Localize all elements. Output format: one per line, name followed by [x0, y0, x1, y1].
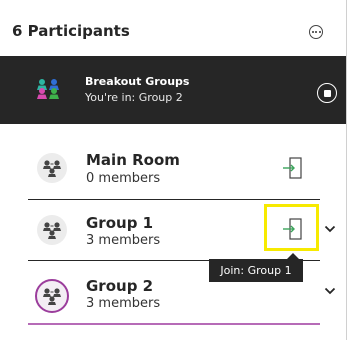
participants-title: 6 Participants	[12, 22, 130, 40]
ellipsis-circle-icon	[311, 31, 321, 33]
chevron-down-icon[interactable]	[324, 225, 336, 233]
breakout-status: You're in: Group 2	[85, 91, 183, 104]
room-divider	[28, 323, 320, 325]
panel-edge	[346, 0, 347, 340]
room-member-count: 3 members	[86, 233, 161, 248]
main-room-icon	[37, 153, 67, 183]
panel-header: 6 Participants	[0, 0, 346, 56]
group-people-icon	[43, 222, 61, 239]
join-tooltip: Join: Group 1	[209, 259, 303, 282]
room-name: Group 1	[86, 214, 154, 232]
group-people-icon	[43, 160, 61, 177]
group-people-icon	[43, 288, 61, 305]
participants-panel: 6 Participants Breakout Groups You're in…	[0, 0, 352, 340]
group-1-icon	[37, 215, 67, 245]
room-name: Group 2	[86, 277, 154, 295]
join-main-room-button[interactable]	[281, 156, 305, 180]
room-member-count: 0 members	[86, 171, 161, 186]
room-member-count: 3 members	[86, 296, 161, 311]
more-options-button[interactable]	[309, 25, 323, 39]
room-divider	[28, 199, 320, 200]
group-2-icon	[35, 279, 69, 313]
breakout-title: Breakout Groups	[85, 75, 190, 88]
join-group-1-button[interactable]	[281, 217, 305, 241]
room-name: Main Room	[86, 151, 180, 169]
stop-breakout-button[interactable]	[317, 83, 337, 103]
people-colored-icon	[37, 79, 59, 99]
chevron-down-icon[interactable]	[324, 287, 336, 295]
stop-circle-icon	[323, 89, 331, 97]
